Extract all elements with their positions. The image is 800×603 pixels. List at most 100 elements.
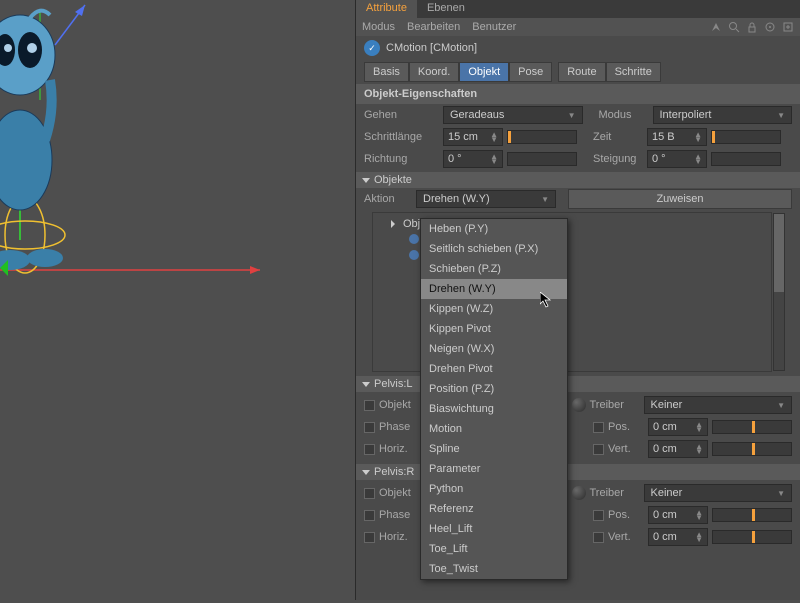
input-richtung[interactable]: 0 °▲▼ (443, 150, 503, 168)
spinner-icon[interactable]: ▲▼ (490, 154, 498, 164)
label-vert: Vert. (608, 531, 644, 543)
group-pelvis-r-label: Pelvis:R (374, 466, 414, 478)
checkbox-pos[interactable] (593, 422, 604, 433)
menu-item-referenz[interactable]: Referenz (421, 499, 567, 519)
triangle-down-icon (362, 178, 370, 183)
checkbox-vert[interactable] (593, 444, 604, 455)
checkbox-phase[interactable] (364, 510, 375, 521)
globe-icon[interactable] (572, 398, 586, 412)
checkbox-vert[interactable] (593, 532, 604, 543)
menu-item-python[interactable]: Python (421, 479, 567, 499)
tab-route[interactable]: Route (558, 62, 605, 82)
label-gehen: Gehen (364, 109, 439, 121)
slider-schrittlaenge[interactable] (507, 130, 577, 144)
dropdown-treiber[interactable]: Keiner▼ (644, 484, 793, 502)
menu-item-position[interactable]: Position (P.Z) (421, 379, 567, 399)
dropdown-treiber[interactable]: Keiner▼ (644, 396, 793, 414)
menu-item-motion[interactable]: Motion (421, 419, 567, 439)
input-schrittlaenge[interactable]: 15 cm▲▼ (443, 128, 503, 146)
menu-item-seitlich-schieben[interactable]: Seitlich schieben (P.X) (421, 239, 567, 259)
menu-item-schieben[interactable]: Schieben (P.Z) (421, 259, 567, 279)
checkbox-phase[interactable] (364, 422, 375, 433)
expand-icon[interactable] (782, 21, 794, 33)
label-aktion: Aktion (364, 193, 412, 205)
slider-steigung[interactable] (711, 152, 781, 166)
menu-item-neigen[interactable]: Neigen (W.X) (421, 339, 567, 359)
spinner-icon[interactable]: ▲▼ (695, 444, 703, 454)
lock-icon[interactable] (746, 21, 758, 33)
tab-ebenen[interactable]: Ebenen (417, 0, 475, 18)
globe-icon[interactable] (572, 486, 586, 500)
checkbox-objekt[interactable] (364, 488, 375, 499)
label-treiber: Treiber (590, 487, 640, 499)
3d-viewport[interactable] (0, 0, 355, 600)
input-pos[interactable]: 0 cm▲▼ (648, 418, 708, 436)
input-vert[interactable]: 0 cm▲▼ (648, 528, 708, 546)
spinner-icon[interactable]: ▲▼ (695, 532, 703, 542)
viewport-scene (0, 0, 355, 600)
chevron-down-icon: ▼ (777, 489, 785, 498)
slider-pos[interactable] (712, 420, 792, 434)
checkbox-horiz[interactable] (364, 444, 375, 455)
label-modus: Modus (599, 109, 649, 121)
menu-item-toe-twist[interactable]: Toe_Twist (421, 559, 567, 579)
spinner-icon[interactable]: ▲▼ (695, 422, 703, 432)
tab-schritte[interactable]: Schritte (606, 62, 661, 82)
menu-item-kippen-pivot[interactable]: Kippen Pivot (421, 319, 567, 339)
cmotion-icon: ✓ (364, 40, 380, 56)
object-header: ✓ CMotion [CMotion] (356, 36, 800, 60)
dropdown-aktion[interactable]: Drehen (W.Y)▼ (416, 190, 556, 208)
tab-koord[interactable]: Koord. (409, 62, 459, 82)
menu-item-drehen-pivot[interactable]: Drehen Pivot (421, 359, 567, 379)
menu-modus[interactable]: Modus (362, 21, 395, 33)
tab-attribute[interactable]: Attribute (356, 0, 417, 18)
menu-item-heben[interactable]: Heben (P.Y) (421, 219, 567, 239)
reset-icon[interactable] (764, 21, 776, 33)
menu-item-toe-lift[interactable]: Toe_Lift (421, 539, 567, 559)
input-pos[interactable]: 0 cm▲▼ (648, 506, 708, 524)
object-title: CMotion [CMotion] (386, 42, 477, 54)
group-objekte[interactable]: Objekte (356, 172, 800, 188)
menu-item-spline[interactable]: Spline (421, 439, 567, 459)
group-pelvis-l-label: Pelvis:L (374, 378, 413, 390)
tab-pose[interactable]: Pose (509, 62, 552, 82)
search-icon[interactable] (728, 21, 740, 33)
menu-item-heel-lift[interactable]: Heel_Lift (421, 519, 567, 539)
menu-benutzer[interactable]: Benutzer (472, 21, 516, 33)
button-zuweisen[interactable]: Zuweisen (568, 189, 792, 209)
slider-vert[interactable] (712, 530, 792, 544)
checkbox-pos[interactable] (593, 510, 604, 521)
slider-richtung[interactable] (507, 152, 577, 166)
tab-basis[interactable]: Basis (364, 62, 409, 82)
input-steigung[interactable]: 0 °▲▼ (647, 150, 707, 168)
slider-pos[interactable] (712, 508, 792, 522)
dropdown-modus[interactable]: Interpoliert▼ (653, 106, 793, 124)
nav-arrow-icon[interactable] (710, 21, 722, 33)
menu-item-parameter[interactable]: Parameter (421, 459, 567, 479)
dropdown-gehen[interactable]: Geradeaus▼ (443, 106, 583, 124)
bone-icon (407, 248, 421, 262)
label-vert: Vert. (608, 443, 644, 455)
slider-vert[interactable] (712, 442, 792, 456)
spinner-icon[interactable]: ▲▼ (694, 132, 702, 142)
input-vert[interactable]: 0 cm▲▼ (648, 440, 708, 458)
chevron-down-icon: ▼ (568, 111, 576, 120)
spinner-icon[interactable]: ▲▼ (695, 510, 703, 520)
panel-menubar: Modus Bearbeiten Benutzer (356, 18, 800, 36)
tree-scrollbar[interactable] (773, 213, 785, 371)
input-zeit[interactable]: 15 B▲▼ (647, 128, 707, 146)
chevron-down-icon: ▼ (777, 401, 785, 410)
checkbox-objekt[interactable] (364, 400, 375, 411)
spinner-icon[interactable]: ▲▼ (490, 132, 498, 142)
mouse-cursor-icon (540, 292, 556, 308)
slider-zeit[interactable] (711, 130, 781, 144)
tab-objekt[interactable]: Objekt (459, 62, 509, 82)
spinner-icon[interactable]: ▲▼ (694, 154, 702, 164)
bone-icon (407, 232, 421, 246)
label-pos: Pos. (608, 421, 644, 433)
property-tabs: Basis Koord. Objekt Pose Route Schritte (356, 60, 800, 84)
menu-item-biaswichtung[interactable]: Biaswichtung (421, 399, 567, 419)
checkbox-horiz[interactable] (364, 532, 375, 543)
section-title: Objekt-Eigenschaften (356, 84, 800, 104)
menu-bearbeiten[interactable]: Bearbeiten (407, 21, 460, 33)
